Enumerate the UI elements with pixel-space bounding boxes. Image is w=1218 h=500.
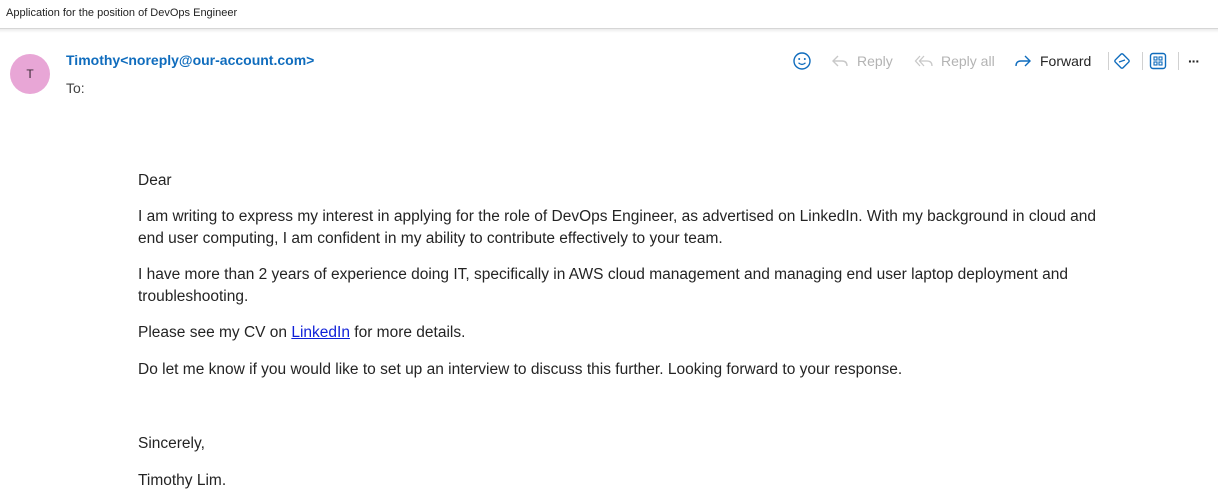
smiley-icon [792,51,812,71]
cv-suffix: for more details. [349,324,466,341]
reply-all-icon [914,51,934,71]
signature: Timothy Lim. [138,472,227,489]
email-reading-pane: Application for the position of DevOps E… [0,0,1218,500]
forward-button[interactable]: Forward [1013,48,1091,74]
body-paragraph: I am writing to express my interest in a… [138,208,1097,247]
divider [0,29,1218,33]
reply-all-button[interactable]: Reply all [914,48,995,74]
apps-grid-icon [1148,51,1168,71]
cv-prefix: Please see my CV on [138,324,292,341]
message-toolbar: Reply Reply all Forward ··· [790,48,1210,74]
apps-button[interactable] [1148,48,1168,74]
diamond-tag-icon [1112,51,1132,71]
reply-all-label: Reply all [941,53,995,69]
email-subject: Application for the position of DevOps E… [6,7,238,19]
forward-label: Forward [1040,53,1092,69]
linkedin-link[interactable]: LinkedIn [291,324,350,341]
to-label: To: [66,80,85,96]
body-paragraph: I have more than 2 years of experience d… [138,266,1068,305]
sensitivity-button[interactable] [1112,48,1132,74]
greeting: Dear [138,172,172,189]
toolbar-divider [1142,52,1143,70]
avatar[interactable]: T [10,54,50,94]
sender-name[interactable]: Timothy<noreply@our-account.com> [66,52,314,68]
forward-icon [1013,51,1033,71]
more-options-button[interactable]: ··· [1188,48,1200,74]
avatar-initial: T [26,67,34,81]
more-icon: ··· [1188,53,1200,69]
body-paragraph: Do let me know if you would like to set … [138,361,903,378]
reply-button[interactable]: Reply [830,48,893,74]
cv-paragraph: Please see my CV on LinkedIn for more de… [138,322,465,344]
reply-icon [830,51,850,71]
closing: Sincerely, [138,435,205,452]
toolbar-divider [1178,52,1179,70]
subject-bar: Application for the position of DevOps E… [0,0,1218,29]
reply-label: Reply [857,53,893,69]
toolbar-divider [1108,52,1109,70]
react-button[interactable] [792,48,812,74]
